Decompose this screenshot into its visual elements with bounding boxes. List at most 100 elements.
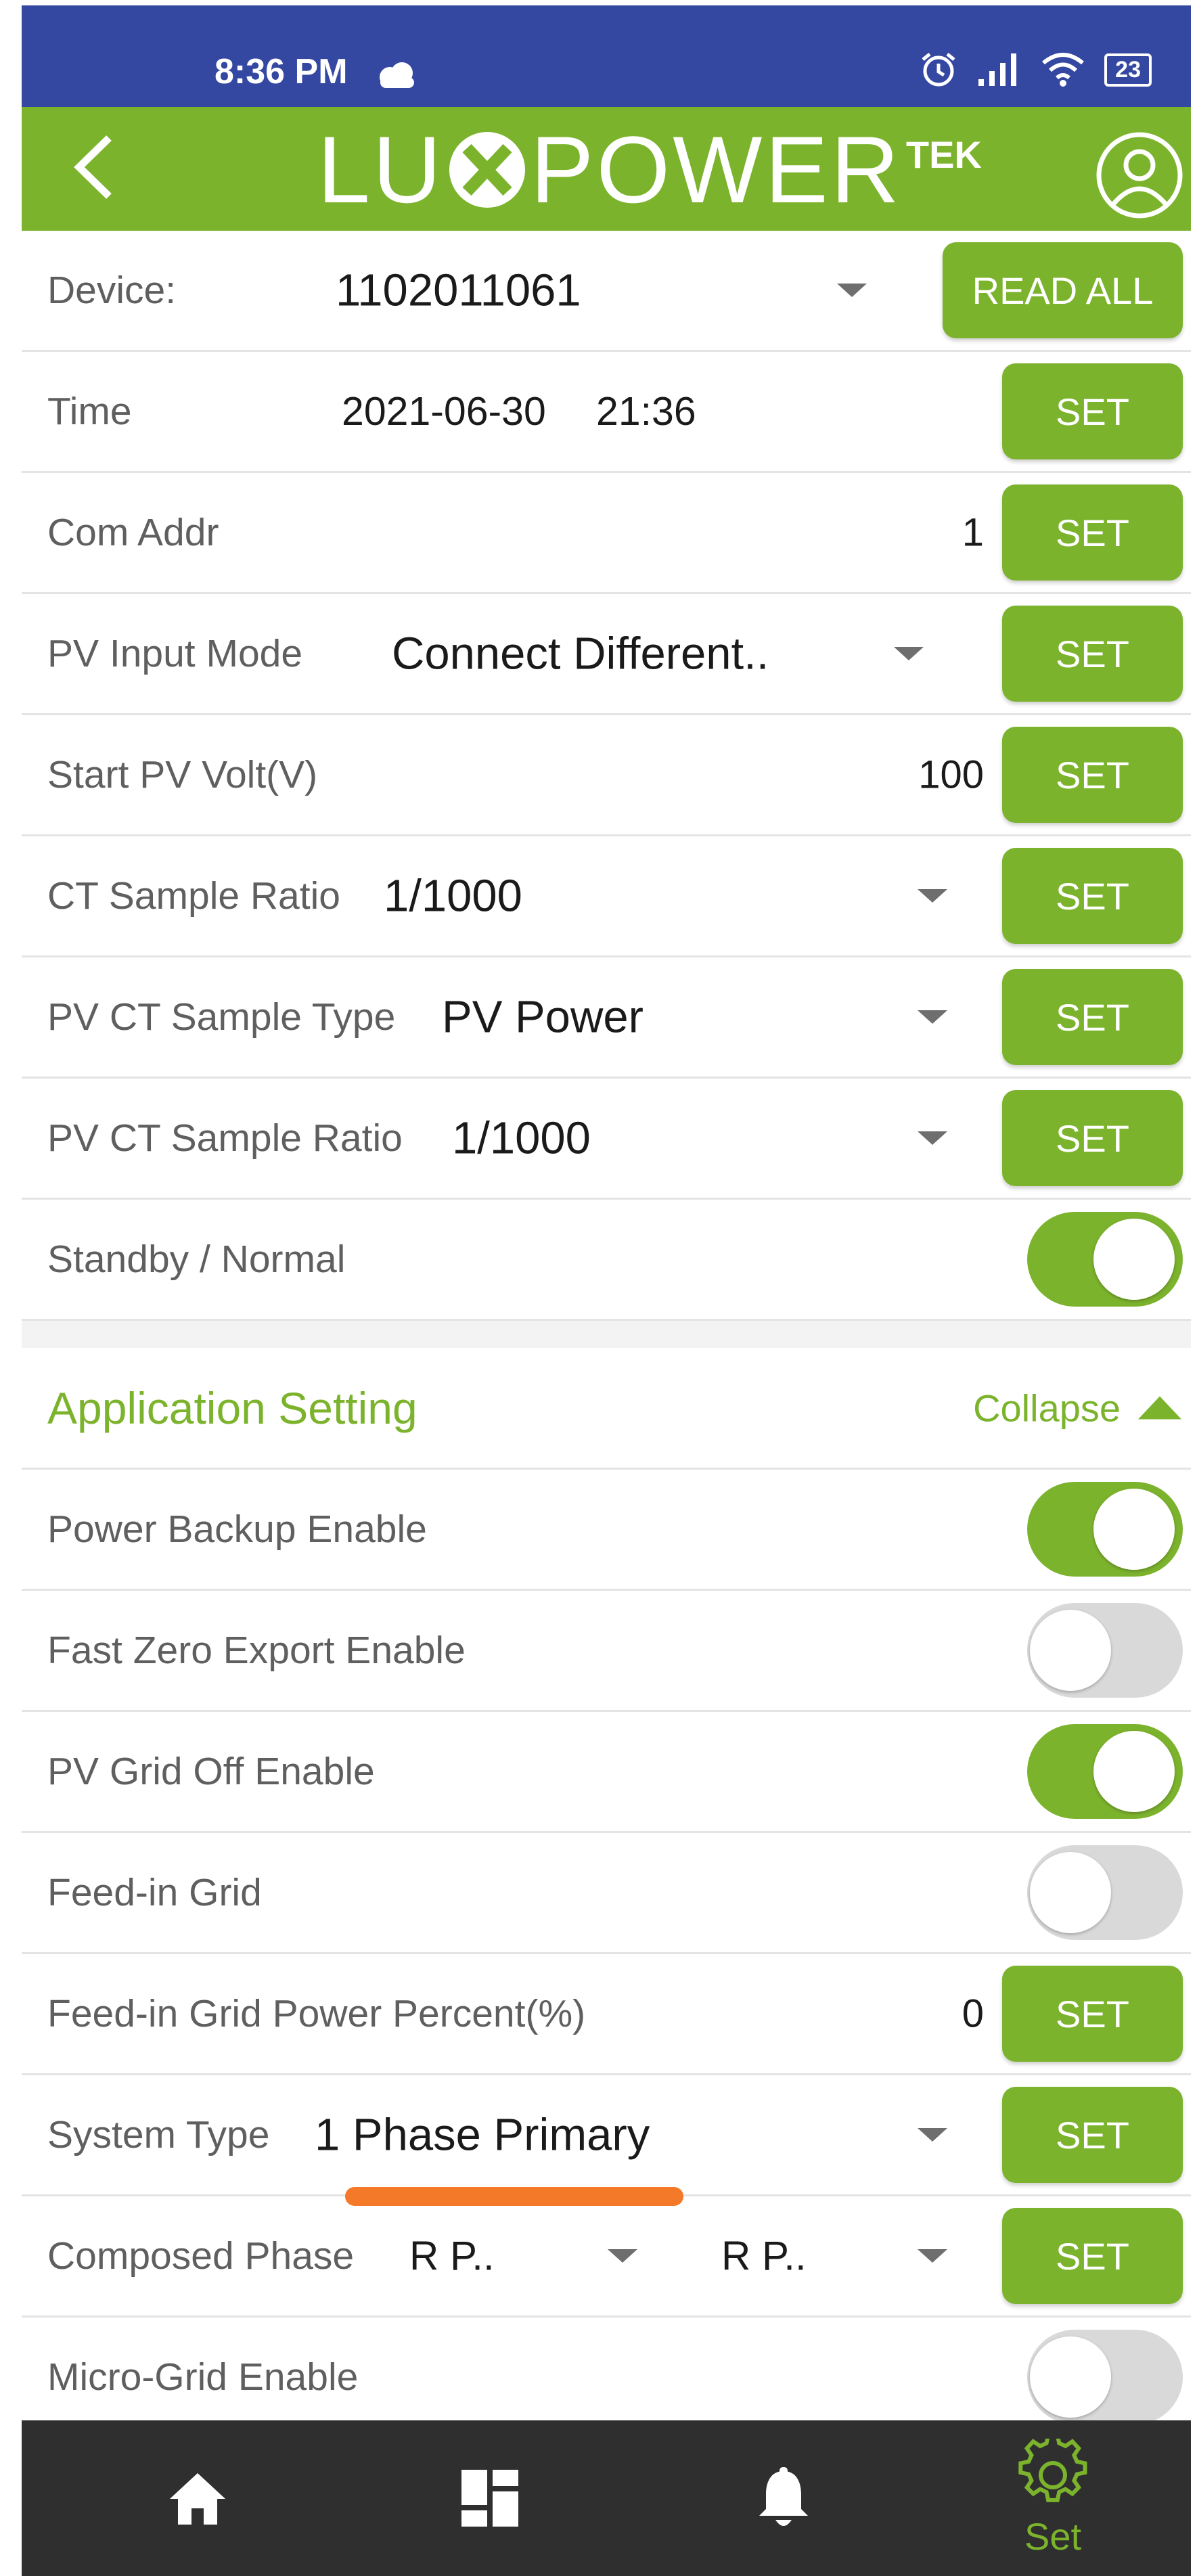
caret-up-icon bbox=[1138, 1396, 1181, 1420]
pv-ct-sample-ratio-row: PV CT Sample Ratio 1/1000 SET bbox=[22, 1079, 1191, 1200]
profile-button[interactable] bbox=[1094, 130, 1185, 221]
logo-text-lu: LU bbox=[317, 116, 444, 223]
time-set-button[interactable]: SET bbox=[1002, 363, 1183, 459]
composed-phase-row: Composed Phase R P.. R P.. SET bbox=[22, 2196, 1191, 2318]
pv-ct-sample-ratio-value: 1/1000 bbox=[452, 1112, 591, 1164]
time-label: Time bbox=[47, 390, 132, 433]
read-all-button[interactable]: READ ALL bbox=[943, 242, 1183, 338]
com-addr-row: Com Addr 1 SET bbox=[22, 473, 1191, 594]
luxpower-logo: LU POWER TEK bbox=[317, 116, 982, 223]
nav-set-label: Set bbox=[1024, 2514, 1082, 2558]
fast-zero-export-toggle[interactable] bbox=[1027, 1603, 1183, 1698]
com-addr-set-button[interactable]: SET bbox=[1002, 484, 1183, 581]
toggle-knob bbox=[1030, 2336, 1111, 2418]
logo-x-icon bbox=[449, 131, 525, 208]
ct-sample-ratio-label: CT Sample Ratio bbox=[47, 874, 340, 918]
feed-in-grid-label: Feed-in Grid bbox=[47, 1871, 262, 1914]
power-backup-toggle[interactable] bbox=[1027, 1482, 1183, 1577]
back-icon bbox=[74, 135, 112, 199]
pv-input-mode-set-button[interactable]: SET bbox=[1002, 606, 1183, 702]
fast-zero-export-row: Fast Zero Export Enable bbox=[22, 1591, 1191, 1712]
feed-in-grid-power-percent-label: Feed-in Grid Power Percent(%) bbox=[47, 1992, 586, 2035]
gear-icon bbox=[1018, 2438, 1087, 2502]
status-time: 8:36 PM bbox=[214, 52, 348, 91]
composed-phase-label: Composed Phase bbox=[47, 2234, 355, 2278]
collapse-label: Collapse bbox=[973, 1386, 1121, 1429]
application-setting-header: Application Setting Collapse bbox=[22, 1348, 1191, 1470]
bell-icon bbox=[759, 2467, 808, 2526]
toggle-knob bbox=[1093, 1731, 1175, 1812]
standby-normal-toggle[interactable] bbox=[1027, 1212, 1183, 1307]
fast-zero-export-label: Fast Zero Export Enable bbox=[47, 1629, 466, 1672]
pv-input-mode-row: PV Input Mode Connect Different.. SET bbox=[22, 594, 1191, 715]
micro-grid-toggle[interactable] bbox=[1027, 2330, 1183, 2424]
system-type-label: System Type bbox=[47, 2113, 270, 2156]
time-date-value: 2021-06-30 bbox=[342, 389, 546, 434]
device-row: Device: 1102011061 READ ALL bbox=[22, 231, 1191, 352]
time-row: Time 2021-06-30 21:36 SET bbox=[22, 352, 1191, 473]
pv-grid-off-toggle[interactable] bbox=[1027, 1724, 1183, 1819]
start-pv-volt-label: Start PV Volt(V) bbox=[47, 753, 318, 796]
composed-phase-value-a: R P.. bbox=[409, 2233, 495, 2279]
pv-ct-sample-type-label: PV CT Sample Type bbox=[47, 995, 396, 1039]
caret-down-icon bbox=[918, 1131, 947, 1145]
system-type-set-button[interactable]: SET bbox=[1002, 2087, 1183, 2183]
user-icon bbox=[1096, 132, 1183, 219]
nav-home[interactable] bbox=[143, 2420, 252, 2576]
device-value: 1102011061 bbox=[336, 265, 581, 316]
toggle-knob bbox=[1030, 1610, 1111, 1691]
app-frame: 8:36 PM 23 LU POWER TEK Device: 11020110… bbox=[22, 5, 1191, 2576]
logo-text-power: POWER bbox=[530, 116, 902, 223]
pv-ct-sample-ratio-set-button[interactable]: SET bbox=[1002, 1090, 1183, 1186]
pv-grid-off-label: PV Grid Off Enable bbox=[47, 1750, 375, 1793]
nav-dashboard[interactable] bbox=[436, 2420, 544, 2576]
dashboard-icon bbox=[461, 2470, 518, 2527]
com-addr-label: Com Addr bbox=[47, 511, 219, 554]
ct-sample-ratio-set-button[interactable]: SET bbox=[1002, 848, 1183, 944]
standby-normal-label: Standby / Normal bbox=[47, 1238, 346, 1281]
bottom-nav: Set bbox=[22, 2420, 1191, 2576]
system-type-row: System Type 1 Phase Primary SET bbox=[22, 2075, 1191, 2206]
system-type-value: 1 Phase Primary bbox=[315, 2109, 650, 2161]
start-pv-volt-input[interactable]: 100 bbox=[918, 752, 984, 798]
composed-phase-set-button[interactable]: SET bbox=[1002, 2208, 1183, 2304]
com-addr-input[interactable]: 1 bbox=[962, 510, 984, 556]
collapse-button[interactable]: Collapse bbox=[973, 1386, 1181, 1430]
device-label: Device: bbox=[47, 269, 177, 312]
app-header: LU POWER TEK bbox=[22, 107, 1191, 231]
standby-normal-row: Standby / Normal bbox=[22, 1200, 1191, 1321]
cloud-icon bbox=[380, 62, 414, 88]
start-pv-volt-set-button[interactable]: SET bbox=[1002, 727, 1183, 823]
caret-down-icon bbox=[608, 2249, 637, 2263]
pv-ct-sample-type-value: PV Power bbox=[442, 991, 643, 1043]
time-clock-value: 21:36 bbox=[596, 389, 696, 434]
toggle-knob bbox=[1030, 1852, 1111, 1933]
battery-level: 23 bbox=[1115, 56, 1141, 83]
power-backup-label: Power Backup Enable bbox=[47, 1508, 427, 1551]
nav-set[interactable]: Set bbox=[992, 2420, 1114, 2576]
nav-notifications[interactable] bbox=[729, 2420, 838, 2576]
micro-grid-label: Micro-Grid Enable bbox=[47, 2355, 359, 2399]
feed-in-grid-toggle[interactable] bbox=[1027, 1845, 1183, 1940]
pv-ct-sample-ratio-label: PV CT Sample Ratio bbox=[47, 1116, 403, 1160]
alarm-icon bbox=[922, 53, 955, 87]
section-title: Application Setting bbox=[47, 1382, 417, 1433]
pv-ct-sample-type-row: PV CT Sample Type PV Power SET bbox=[22, 957, 1191, 1079]
status-bar: 8:36 PM 23 bbox=[22, 5, 1191, 107]
start-pv-volt-row: Start PV Volt(V) 100 SET bbox=[22, 715, 1191, 836]
caret-down-icon bbox=[837, 284, 867, 297]
home-icon bbox=[170, 2473, 225, 2525]
ct-sample-ratio-row: CT Sample Ratio 1/1000 SET bbox=[22, 836, 1191, 957]
feed-in-grid-power-percent-set-button[interactable]: SET bbox=[1002, 1966, 1183, 2062]
battery-icon: 23 bbox=[1104, 53, 1152, 87]
pv-ct-sample-type-set-button[interactable]: SET bbox=[1002, 969, 1183, 1065]
composed-phase-value-b: R P.. bbox=[721, 2233, 807, 2279]
signal-icon bbox=[978, 53, 1017, 86]
caret-down-icon bbox=[918, 2128, 947, 2142]
section-divider bbox=[22, 1321, 1191, 1348]
back-button[interactable] bbox=[57, 130, 131, 204]
feed-in-grid-power-percent-input[interactable]: 0 bbox=[962, 1991, 984, 2037]
feed-in-grid-power-percent-row: Feed-in Grid Power Percent(%) 0 SET bbox=[22, 1954, 1191, 2075]
status-icons: 23 bbox=[919, 50, 1152, 89]
feed-in-grid-row: Feed-in Grid bbox=[22, 1833, 1191, 1954]
